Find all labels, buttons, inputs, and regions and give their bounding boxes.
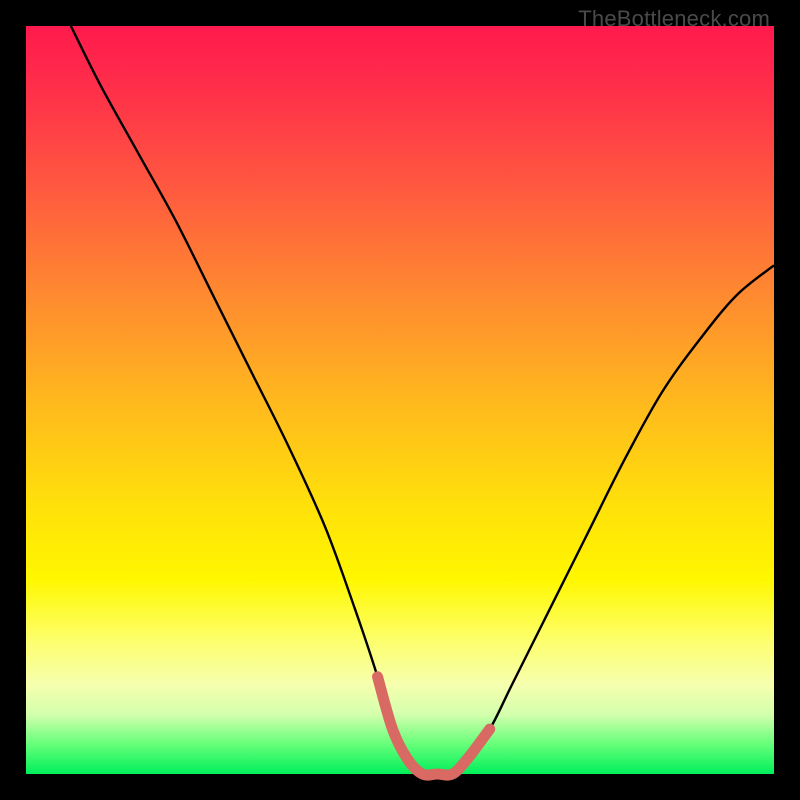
- curve-highlight: [378, 677, 490, 775]
- bottleneck-curve: [26, 26, 774, 774]
- chart-frame: TheBottleneck.com: [0, 0, 800, 800]
- watermark-text: TheBottleneck.com: [578, 6, 770, 32]
- curve-line: [71, 26, 774, 775]
